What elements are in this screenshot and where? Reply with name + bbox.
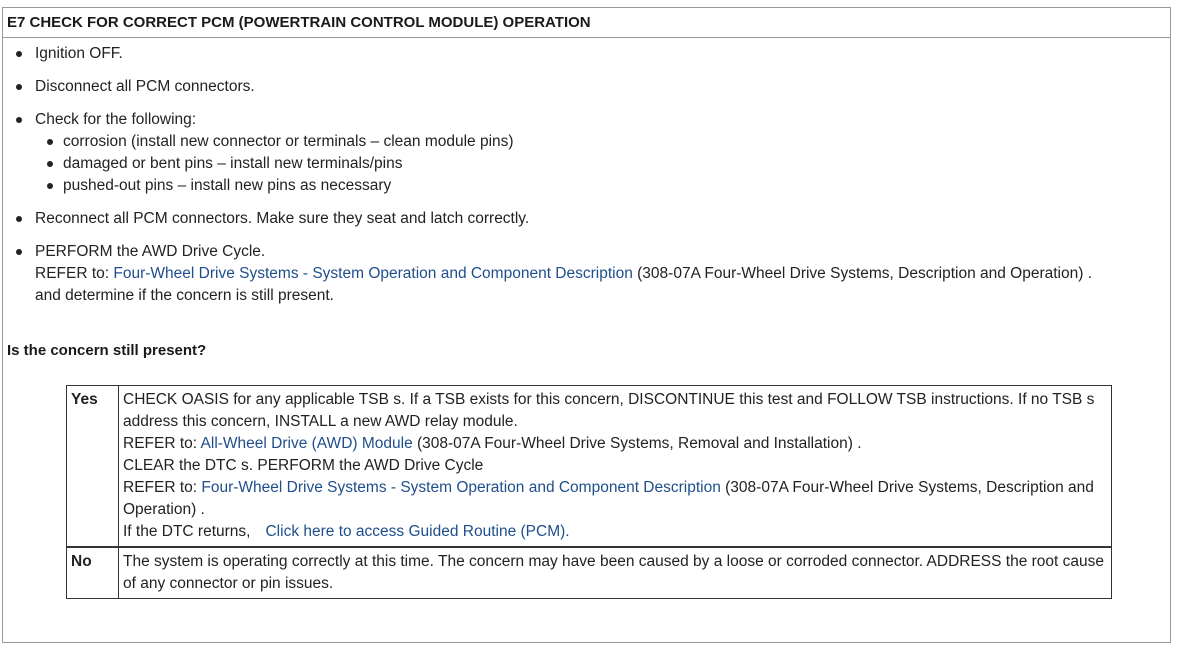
step-text: Check for the following: bbox=[35, 111, 197, 128]
step-followup: and determine if the concern is still pr… bbox=[35, 287, 334, 304]
table-row-yes: Yes CHECK OASIS for any applicable TSB s… bbox=[66, 385, 1112, 548]
step-text: Ignition OFF. bbox=[35, 45, 123, 62]
yes-answer-cell: CHECK OASIS for any applicable TSB s. If… bbox=[118, 385, 1112, 548]
step-text: Disconnect all PCM connectors. bbox=[35, 78, 255, 95]
refer-prefix: REFER to: bbox=[35, 265, 114, 282]
procedure-panel: E7 CHECK FOR CORRECT PCM (POWERTRAIN CON… bbox=[2, 7, 1171, 643]
four-wheel-drive-description-link[interactable]: Four-Wheel Drive Systems - System Operat… bbox=[201, 479, 720, 496]
decision-question: Is the concern still present? bbox=[7, 342, 207, 359]
no-instructions: The system is operating correctly at thi… bbox=[123, 553, 1105, 592]
yes-instructions: CHECK OASIS for any applicable TSB s. If… bbox=[123, 391, 1095, 430]
step-text: Reconnect all PCM connectors. Make sure … bbox=[35, 210, 530, 227]
no-label: No bbox=[66, 546, 119, 599]
table-row-no: No The system is operating correctly at … bbox=[66, 546, 1112, 599]
list-item: PERFORM the AWD Drive Cycle. REFER to: F… bbox=[3, 241, 1170, 307]
step-text: PERFORM the AWD Drive Cycle. bbox=[35, 243, 266, 260]
sublist-item: damaged or bent pins – install new termi… bbox=[35, 153, 1170, 175]
sublist-item: corrosion (install new connector or term… bbox=[35, 131, 1170, 153]
refer-prefix: REFER to: bbox=[123, 435, 201, 452]
sublist-text: corrosion (install new connector or term… bbox=[63, 133, 514, 150]
list-item: Disconnect all PCM connectors. bbox=[3, 76, 1170, 98]
refer-prefix: REFER to: bbox=[123, 479, 202, 496]
yes-label: Yes bbox=[66, 385, 119, 548]
refer-suffix: (308-07A Four-Wheel Drive Systems, Remov… bbox=[412, 435, 862, 452]
list-item: Reconnect all PCM connectors. Make sure … bbox=[3, 208, 1170, 230]
sublist-text: damaged or bent pins – install new termi… bbox=[63, 155, 403, 172]
step-list: Ignition OFF. Disconnect all PCM connect… bbox=[3, 43, 1170, 307]
refer-suffix: (308-07A Four-Wheel Drive Systems, Descr… bbox=[632, 265, 1093, 282]
sublist-text: pushed-out pins – install new pins as ne… bbox=[63, 177, 392, 194]
list-item: Ignition OFF. bbox=[3, 43, 1170, 65]
sublist-item: pushed-out pins – install new pins as ne… bbox=[35, 175, 1170, 197]
step-title: E7 CHECK FOR CORRECT PCM (POWERTRAIN CON… bbox=[3, 8, 1170, 38]
no-answer-cell: The system is operating correctly at thi… bbox=[118, 546, 1112, 599]
four-wheel-drive-description-link[interactable]: Four-Wheel Drive Systems - System Operat… bbox=[113, 265, 632, 282]
awd-module-link[interactable]: All-Wheel Drive (AWD) Module bbox=[201, 435, 413, 452]
list-item: Check for the following: corrosion (inst… bbox=[3, 109, 1170, 197]
clear-dtc-text: CLEAR the DTC s. PERFORM the AWD Drive C… bbox=[123, 457, 484, 474]
dtc-returns-text: If the DTC returns, bbox=[123, 523, 251, 540]
decision-table: Yes CHECK OASIS for any applicable TSB s… bbox=[66, 385, 1112, 599]
guided-routine-link[interactable]: Click here to access Guided Routine (PCM… bbox=[265, 523, 569, 540]
check-sublist: corrosion (install new connector or term… bbox=[35, 131, 1170, 197]
